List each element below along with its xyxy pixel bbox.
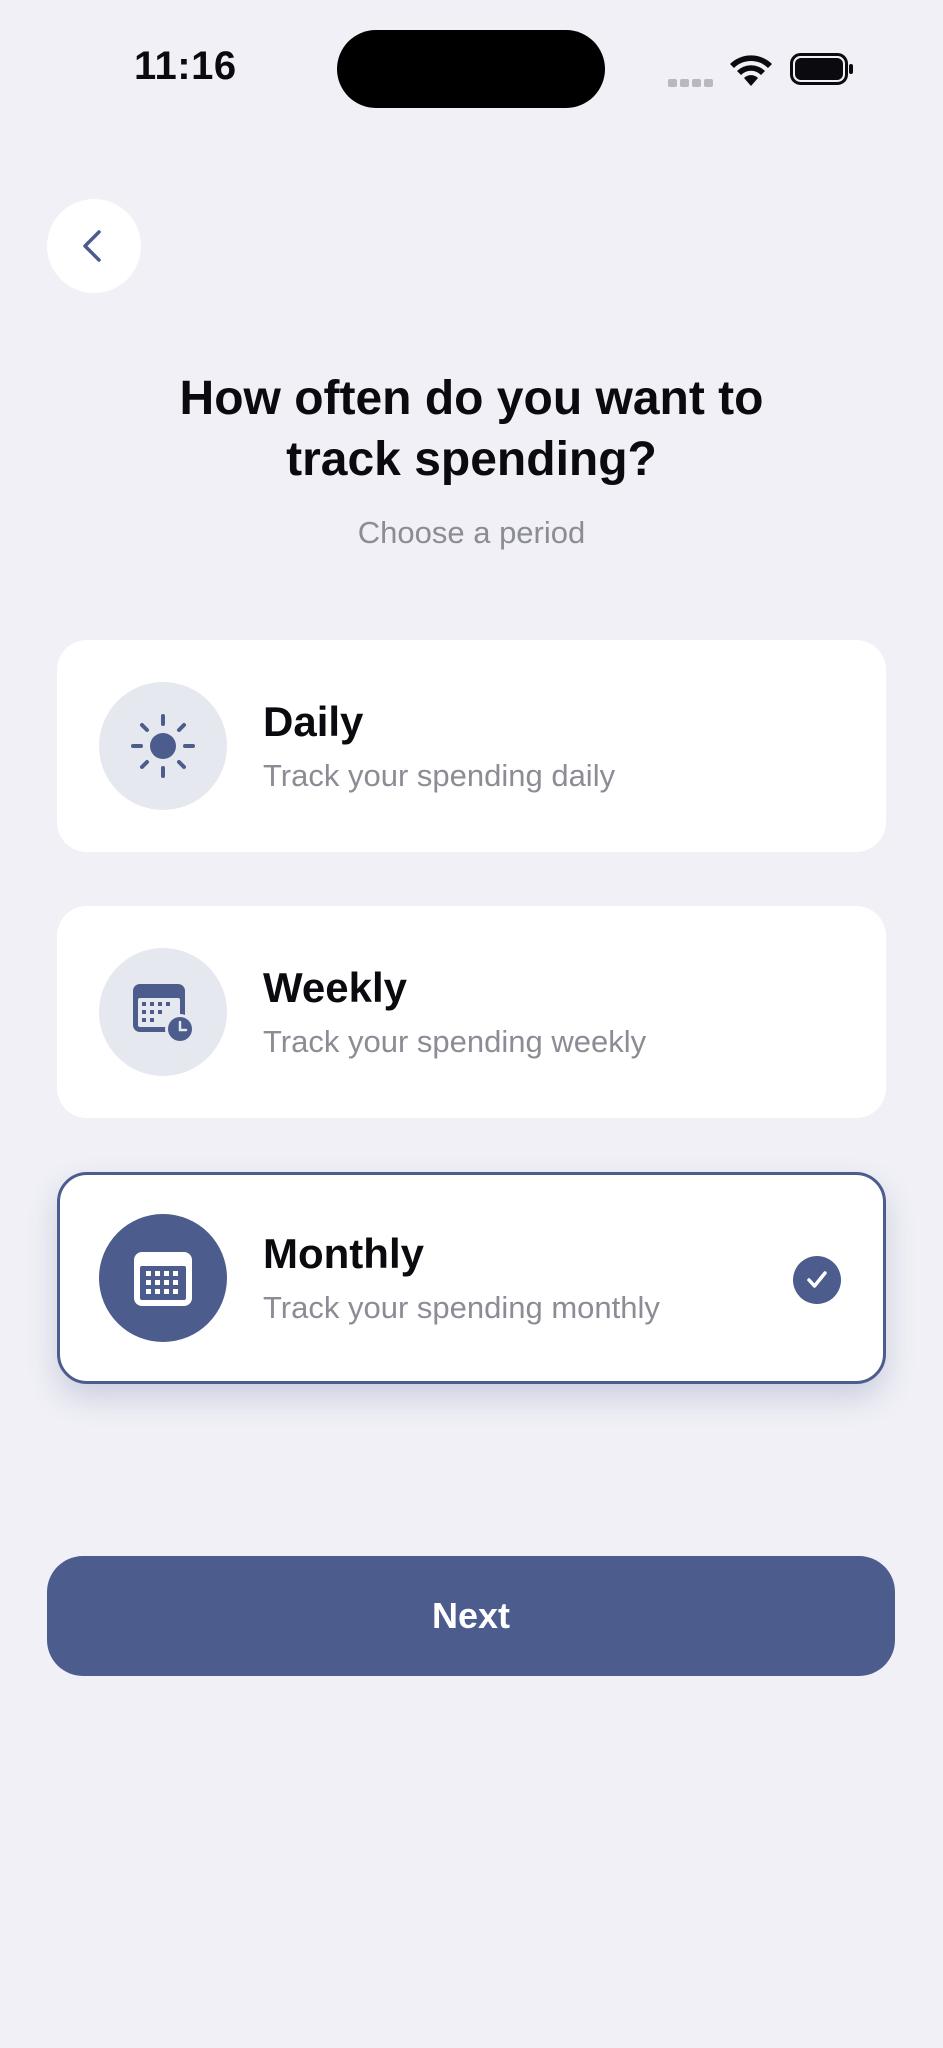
page-subtitle: Choose a period: [357, 515, 586, 550]
option-icon-circle: [99, 682, 227, 810]
next-button[interactable]: Next: [47, 1556, 895, 1676]
battery-icon: [790, 53, 853, 85]
status-bar: 11:16: [0, 0, 943, 140]
page-title-line1: How often do you want to: [179, 372, 764, 425]
option-title: Daily: [263, 698, 364, 745]
option-description: Track your spending monthly: [263, 1290, 660, 1325]
chevron-left-icon: [83, 230, 101, 262]
option-icon-circle: [99, 1214, 227, 1342]
back-button[interactable]: [47, 199, 141, 293]
calendar-icon: [134, 1252, 192, 1306]
selected-check-badge: [793, 1256, 841, 1304]
wifi-icon: [730, 55, 772, 86]
option-description: Track your spending weekly: [263, 1024, 647, 1059]
page-title: How often do you want to track spending?: [0, 368, 943, 490]
page-title-line2: track spending?: [286, 433, 657, 486]
option-weekly[interactable]: Weekly Track your spending weekly: [57, 906, 886, 1118]
option-description: Track your spending daily: [263, 758, 616, 793]
option-title: Weekly: [263, 964, 407, 1011]
dynamic-island: [337, 30, 605, 108]
option-monthly[interactable]: Monthly Track your spending monthly: [57, 1172, 886, 1384]
option-title: Monthly: [263, 1230, 424, 1277]
cellular-signal-icon: [668, 74, 718, 87]
calendar-clock-icon: [133, 984, 195, 1044]
checkmark-icon: [807, 1271, 827, 1288]
option-daily[interactable]: Daily Track your spending daily: [57, 640, 886, 852]
status-time: 11:16: [134, 44, 237, 88]
option-icon-circle: [99, 948, 227, 1076]
sun-icon: [131, 714, 195, 778]
